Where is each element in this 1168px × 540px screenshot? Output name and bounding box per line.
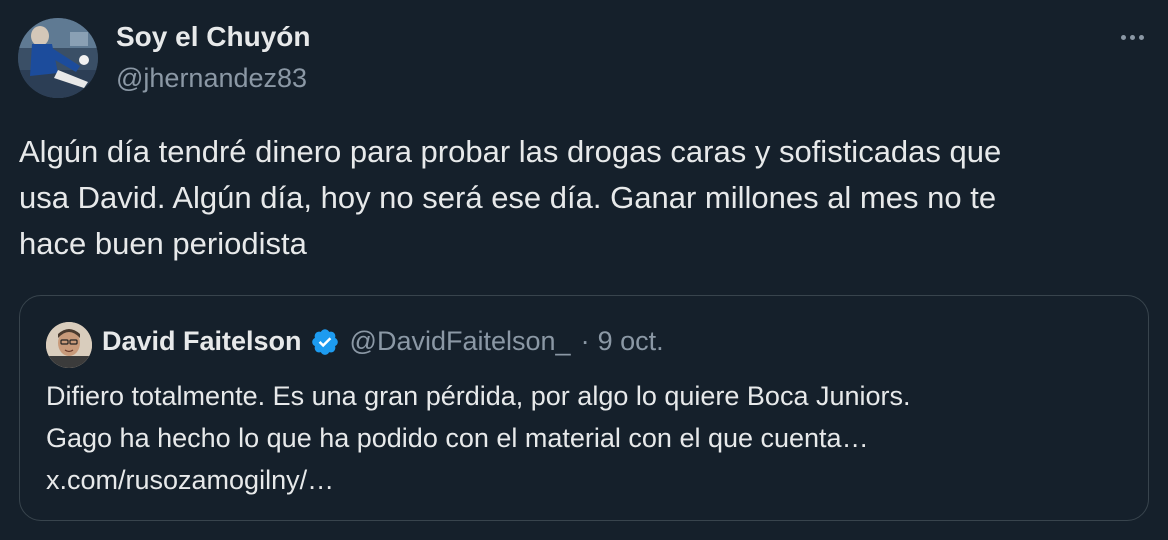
more-dot bbox=[1138, 34, 1144, 40]
quoted-link[interactable]: x.com/rusozamogilny/… bbox=[46, 459, 1126, 501]
tweet-text-line: usa David. Algún día, hoy no será ese dí… bbox=[19, 180, 997, 215]
tweet-text: Algún día tendré dinero para probar las … bbox=[19, 129, 1139, 267]
quoted-author-name[interactable]: David Faitelson bbox=[102, 326, 302, 357]
quoted-text-line: Difiero totalmente. Es una gran pérdida,… bbox=[46, 381, 911, 411]
author-handle[interactable]: @jhernandez83 bbox=[116, 63, 307, 94]
quoted-text-line: Gago ha hecho lo que ha podido con el ma… bbox=[46, 423, 869, 453]
author-avatar[interactable] bbox=[18, 18, 98, 98]
tweet-text-line: hace buen periodista bbox=[19, 226, 307, 261]
separator-dot: · bbox=[580, 326, 590, 356]
quoted-tweet-header: David Faitelson @DavidFaitelson_ · 9 oct… bbox=[102, 326, 664, 357]
verified-badge-icon[interactable] bbox=[310, 327, 340, 357]
tweet-card: Soy el Chuyón @jhernandez83 Algún día te… bbox=[0, 0, 1168, 540]
tweet-text-line: Algún día tendré dinero para probar las … bbox=[19, 134, 1002, 169]
quoted-tweet[interactable]: David Faitelson @DavidFaitelson_ · 9 oct… bbox=[19, 295, 1149, 521]
quoted-author-avatar[interactable] bbox=[46, 322, 92, 368]
more-dot bbox=[1129, 34, 1135, 40]
more-horizontal-icon bbox=[1120, 34, 1126, 40]
quoted-tweet-date[interactable]: 9 oct. bbox=[598, 326, 664, 357]
quoted-tweet-text: Difiero totalmente. Es una gran pérdida,… bbox=[46, 375, 1126, 501]
author-name[interactable]: Soy el Chuyón bbox=[116, 21, 310, 53]
more-options-button[interactable] bbox=[1110, 22, 1154, 52]
quoted-author-handle[interactable]: @DavidFaitelson_ bbox=[350, 326, 571, 357]
